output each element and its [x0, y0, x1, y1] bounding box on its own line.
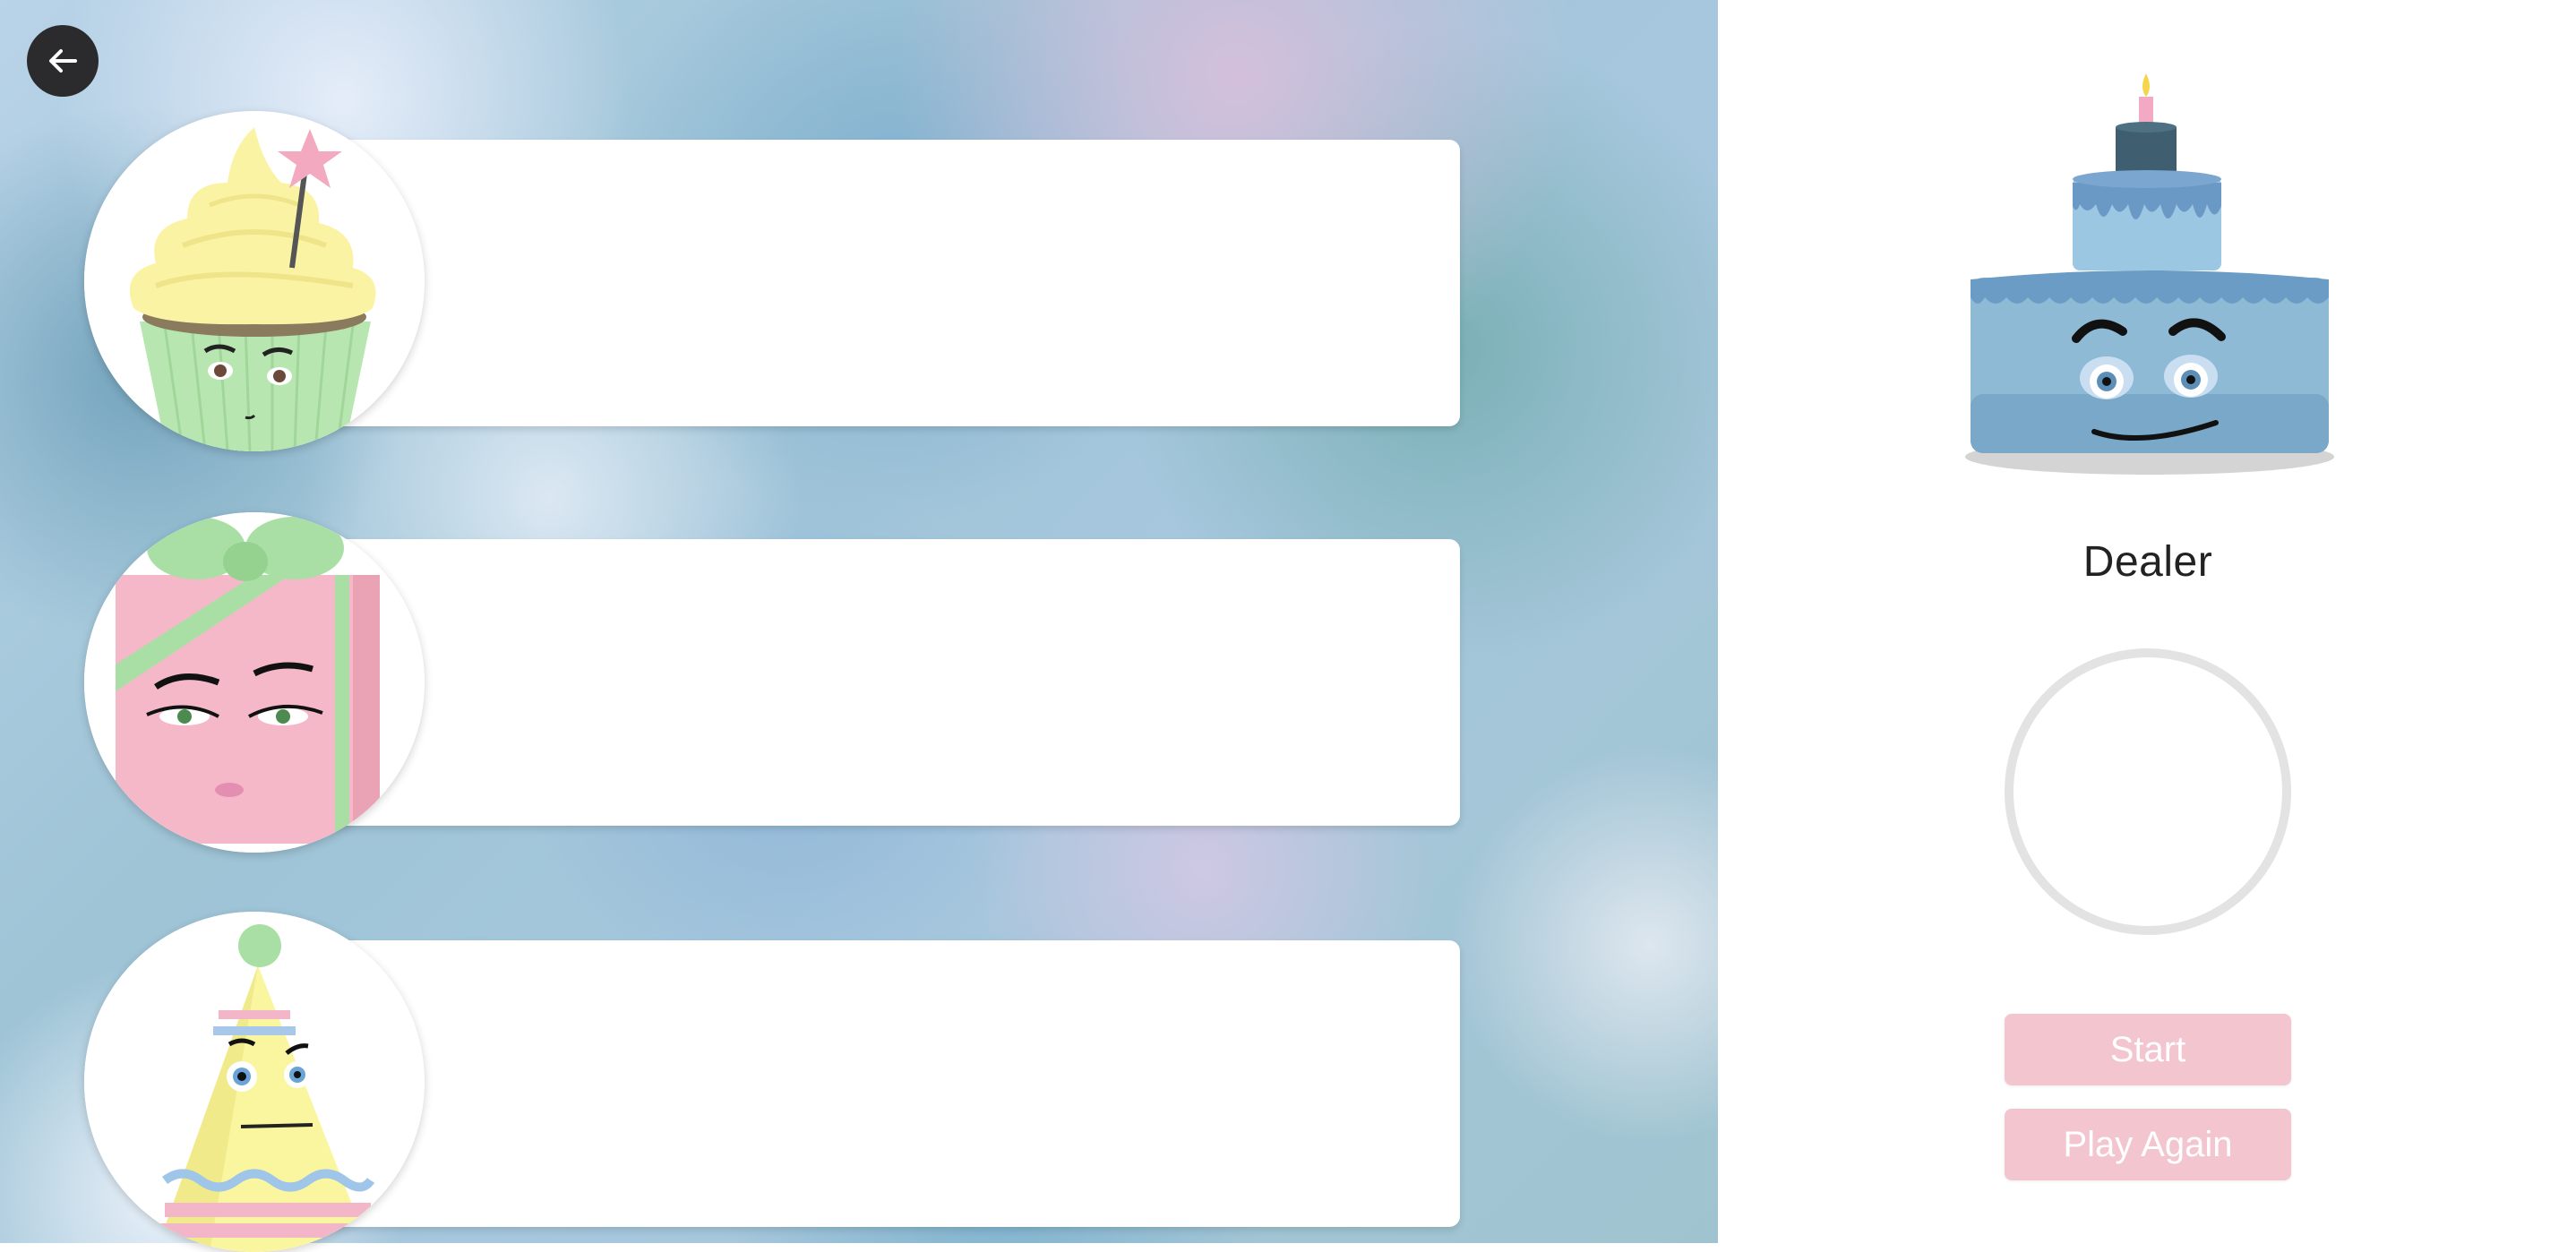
game-scene: Dealer Start Play Again [0, 0, 2576, 1252]
player-row [84, 111, 1460, 451]
play-again-button[interactable]: Play Again [2005, 1109, 2291, 1180]
player-avatar [84, 111, 425, 451]
player-row [84, 912, 1460, 1252]
player-hand-card [317, 140, 1460, 426]
arrow-left-icon [49, 49, 77, 73]
start-button[interactable]: Start [2005, 1014, 2291, 1085]
player-row [84, 512, 1460, 853]
player-hand-card [317, 539, 1460, 826]
player-hand-card [317, 940, 1460, 1227]
dealer-score-ring [2005, 648, 2291, 935]
cupcake-icon [84, 111, 425, 451]
back-button[interactable] [27, 25, 99, 97]
player-avatar [84, 912, 425, 1252]
player-avatar [84, 512, 425, 853]
party-hat-icon [84, 912, 425, 1252]
cake-icon [1965, 73, 2334, 475]
dealer-name: Dealer [2082, 538, 2213, 586]
gift-box-icon [84, 512, 425, 853]
